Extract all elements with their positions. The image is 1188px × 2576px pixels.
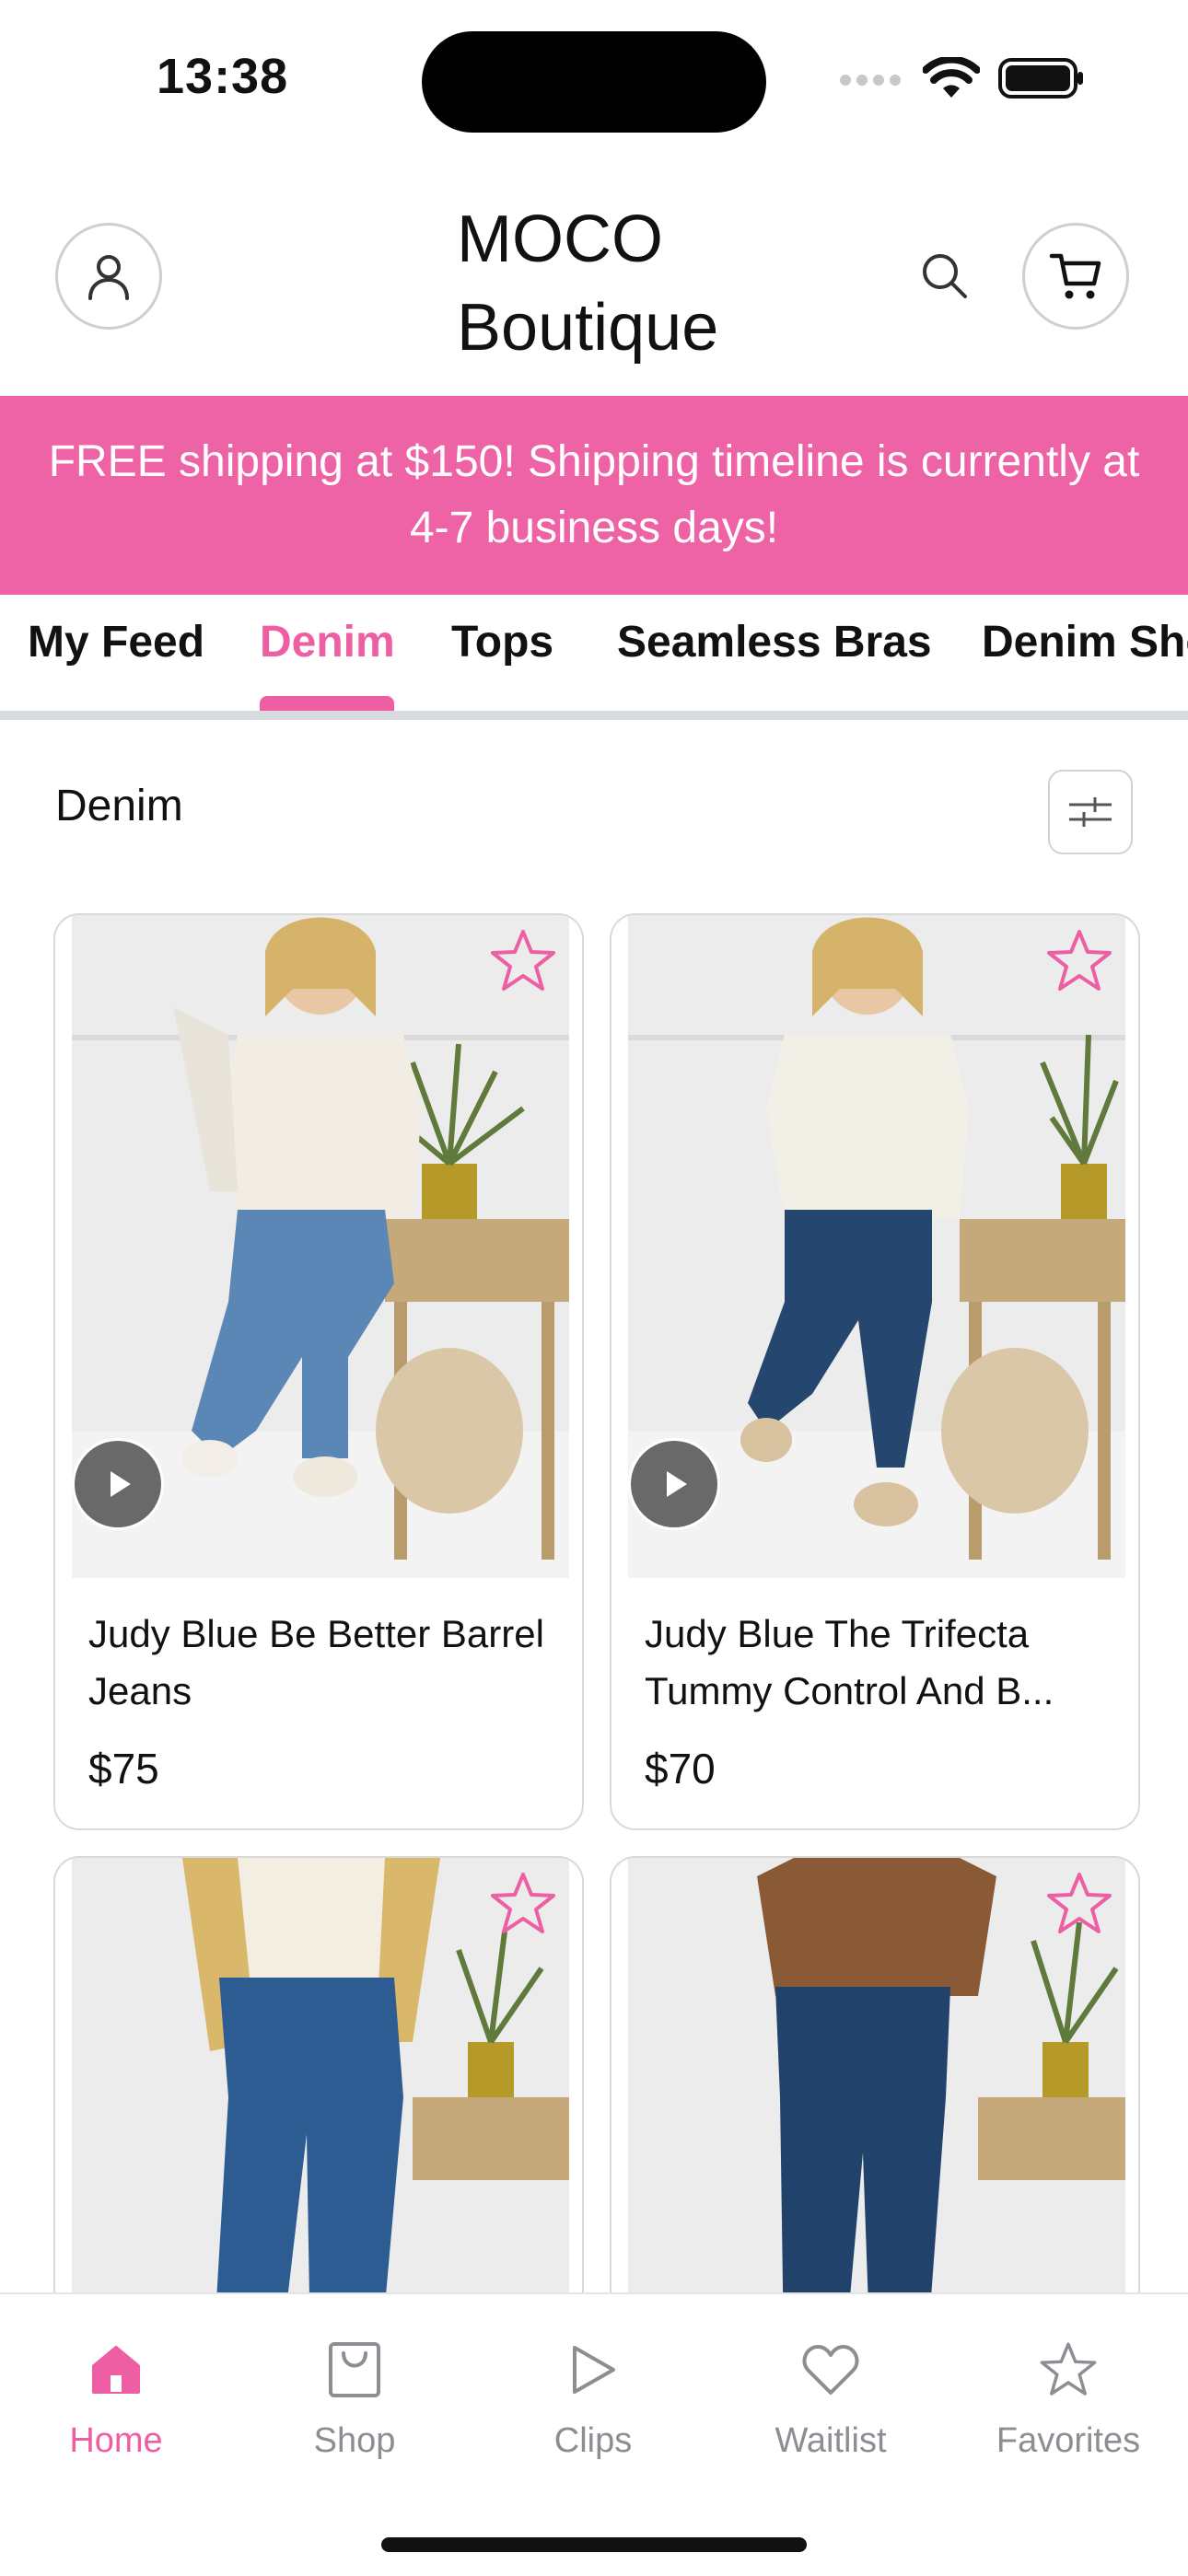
promo-banner[interactable]: FREE shipping at $150! Shipping timeline… [0,396,1188,595]
product-image[interactable] [628,915,1125,1578]
nav-shop[interactable]: Shop [253,2331,456,2461]
product-card[interactable]: Judy Blue The Trifecta Tummy Control And… [610,913,1140,1830]
tab-denim-shorts[interactable]: Denim Sho [982,617,1188,667]
wifi-icon [923,57,980,98]
search-button[interactable] [919,250,971,302]
nav-waitlist-label: Waitlist [775,2421,887,2460]
tab-my-feed[interactable]: My Feed [28,617,204,667]
home-indicator [381,2537,807,2552]
product-name: Judy Blue The Trifecta Tummy Control And… [645,1612,1054,1712]
play-video-button[interactable] [72,1438,164,1530]
category-tabs: My Feed Denim Tops Seamless Bras Denim S… [0,595,1188,720]
nav-home-label: Home [69,2421,163,2460]
shopping-bag-icon [329,2342,380,2397]
star-icon [1040,2342,1097,2396]
tab-tops[interactable]: Tops [451,617,553,667]
product-price: $75 [88,1745,159,1793]
play-icon [573,2346,615,2394]
status-icons [838,57,1085,99]
home-icon [92,2346,140,2394]
tab-denim[interactable]: Denim [260,617,395,667]
active-tab-indicator [260,696,394,711]
cart-icon [1049,253,1101,299]
nav-waitlist[interactable]: Waitlist [729,2331,932,2461]
play-icon [111,1471,131,1497]
dynamic-island [422,31,766,133]
nav-clips[interactable]: Clips [492,2331,694,2461]
sliders-icon [1069,797,1112,827]
product-name: Judy Blue Be Better Barrel Jeans [88,1612,544,1712]
tab-seamless-bras[interactable]: Seamless Bras [617,617,932,667]
favorite-star-icon[interactable] [488,1869,558,1939]
favorite-star-icon[interactable] [1044,1869,1114,1939]
nav-home[interactable]: Home [15,2331,217,2461]
nav-clips-label: Clips [553,2421,633,2460]
product-price: $70 [645,1745,716,1793]
favorite-star-icon[interactable] [1044,926,1114,996]
play-icon [667,1471,687,1497]
brand-title: MOCO Boutique [457,195,718,372]
section-title: Denim [55,782,183,830]
signal-icon [840,75,901,86]
nav-shop-label: Shop [313,2421,396,2460]
search-icon [923,254,967,298]
nav-favorites-label: Favorites [996,2421,1141,2460]
nav-favorites[interactable]: Favorites [967,2331,1170,2461]
bottom-navigation: Home Shop Clips Waitlist Favorites [0,2292,1188,2576]
promo-banner-text: FREE shipping at $150! Shipping timeline… [48,437,1140,552]
brand-line-1: MOCO [457,203,663,276]
battery-icon [998,58,1083,99]
user-icon [88,255,129,300]
heart-icon [802,2345,859,2395]
cart-button[interactable] [1022,223,1129,330]
product-card[interactable]: Judy Blue Be Better Barrel Jeans $75 [53,913,584,1830]
brand-line-2: Boutique [457,291,719,365]
status-time: 13:38 [157,49,289,104]
account-button[interactable] [55,223,162,330]
favorite-star-icon[interactable] [488,926,558,996]
filter-button[interactable] [1048,770,1133,854]
play-video-button[interactable] [628,1438,720,1530]
product-image[interactable] [72,915,569,1578]
